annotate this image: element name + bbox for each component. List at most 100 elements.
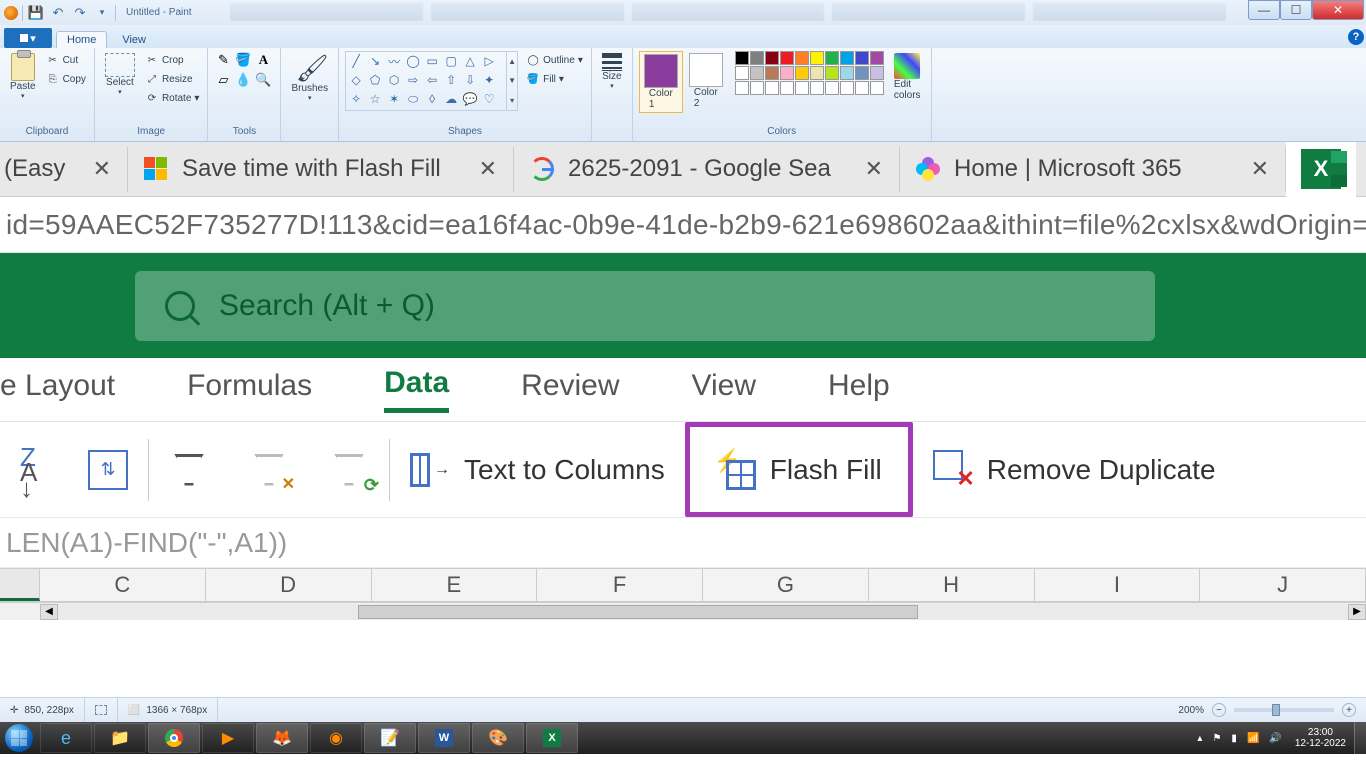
- tray-network-icon[interactable]: 📶: [1242, 733, 1264, 744]
- color-swatch[interactable]: [855, 81, 869, 95]
- shapes-scrolldown-icon[interactable]: ▼: [507, 71, 517, 90]
- clear-filter-button[interactable]: [229, 422, 309, 517]
- taskbar-wmp[interactable]: ◉: [310, 723, 362, 753]
- clock[interactable]: 23:00 12-12-2022: [1287, 727, 1354, 749]
- help-icon[interactable]: ?: [1348, 29, 1364, 45]
- color-swatch[interactable]: [780, 51, 794, 65]
- color-swatch[interactable]: [810, 66, 824, 80]
- rotate-button[interactable]: ⟳Rotate ▾: [143, 89, 202, 107]
- color-swatch[interactable]: [825, 66, 839, 80]
- filter-button[interactable]: [149, 422, 229, 517]
- color-swatch[interactable]: [855, 51, 869, 65]
- color-swatch[interactable]: [855, 66, 869, 80]
- formula-bar[interactable]: LEN(A1)-FIND("-",A1)): [0, 518, 1366, 568]
- color1-button[interactable]: Color 1: [639, 51, 683, 113]
- select-button[interactable]: Select▾: [101, 51, 139, 98]
- colhead-j[interactable]: J: [1200, 569, 1366, 601]
- tray-flag-icon[interactable]: ⚑: [1207, 733, 1226, 744]
- picker-tool-icon[interactable]: 💧: [234, 71, 252, 89]
- color-swatch[interactable]: [735, 81, 749, 95]
- color-swatch[interactable]: [765, 66, 779, 80]
- browser-tab-3[interactable]: 2625-2091 - Google Sea ✕: [514, 147, 900, 192]
- color-swatch[interactable]: [750, 51, 764, 65]
- size-button[interactable]: Size▾: [598, 51, 626, 92]
- color-swatch[interactable]: [795, 66, 809, 80]
- address-bar[interactable]: id=59AAEC52F735277D!113&cid=ea16f4ac-0b9…: [0, 197, 1366, 253]
- reapply-sort-button[interactable]: ⇅: [68, 422, 148, 517]
- color-swatch[interactable]: [795, 51, 809, 65]
- show-desktop-button[interactable]: [1354, 722, 1366, 754]
- shapes-gallery[interactable]: ╱↘〰◯▭▢△▷ ◇⬠⬡⇨⇦⇧⇩✦ ✧☆✶⬭◊☁💬♡: [346, 52, 506, 110]
- colhead-f[interactable]: F: [537, 569, 703, 601]
- fill-tool-icon[interactable]: 🪣: [234, 51, 252, 69]
- taskbar-chrome[interactable]: [148, 723, 200, 753]
- magnifier-tool-icon[interactable]: 🔍: [254, 71, 272, 89]
- maximize-button[interactable]: ☐: [1280, 0, 1312, 20]
- taskbar-sticky[interactable]: 📝: [364, 723, 416, 753]
- color-swatch[interactable]: [870, 51, 884, 65]
- zoom-out-button[interactable]: −: [1212, 703, 1226, 717]
- color-swatch[interactable]: [735, 51, 749, 65]
- color-swatch[interactable]: [840, 66, 854, 80]
- etab-review[interactable]: Review: [521, 369, 619, 411]
- etab-view[interactable]: View: [692, 369, 756, 411]
- color-swatch[interactable]: [735, 66, 749, 80]
- eraser-tool-icon[interactable]: ▱: [214, 71, 232, 89]
- minimize-button[interactable]: —: [1248, 0, 1280, 20]
- close-tab-icon[interactable]: ✕: [479, 156, 497, 182]
- color-swatch[interactable]: [870, 81, 884, 95]
- taskbar-word[interactable]: W: [418, 723, 470, 753]
- taskbar-media[interactable]: ▶: [202, 723, 254, 753]
- qat-customize-icon[interactable]: ▾: [93, 4, 111, 22]
- taskbar-ie[interactable]: e: [40, 723, 92, 753]
- color-swatch[interactable]: [750, 66, 764, 80]
- color-swatch[interactable]: [765, 81, 779, 95]
- outline-button[interactable]: ◯Outline ▾: [524, 51, 585, 69]
- color-swatch[interactable]: [780, 66, 794, 80]
- color-swatch[interactable]: [810, 81, 824, 95]
- close-tab-icon[interactable]: ✕: [93, 156, 111, 182]
- color-swatch[interactable]: [750, 81, 764, 95]
- qat-undo-icon[interactable]: ↶: [49, 4, 67, 22]
- color-swatch[interactable]: [765, 51, 779, 65]
- text-to-columns-button[interactable]: → Text to Columns: [390, 422, 685, 517]
- horizontal-scrollbar[interactable]: ◀ ▶: [0, 602, 1366, 620]
- etab-data[interactable]: Data: [384, 366, 449, 413]
- colhead-e[interactable]: E: [372, 569, 538, 601]
- color-swatch[interactable]: [870, 66, 884, 80]
- colhead-i[interactable]: I: [1035, 569, 1201, 601]
- copy-button[interactable]: ⎘Copy: [44, 70, 88, 88]
- zoom-slider[interactable]: [1234, 708, 1334, 712]
- taskbar-paint[interactable]: 🎨: [472, 723, 524, 753]
- fill-button[interactable]: 🪣Fill ▾: [524, 70, 585, 88]
- etab-formulas[interactable]: Formulas: [187, 369, 312, 411]
- sort-az-button[interactable]: ZA↓: [0, 422, 68, 517]
- crop-button[interactable]: ✂Crop: [143, 51, 202, 69]
- zoom-in-button[interactable]: +: [1342, 703, 1356, 717]
- tab-home[interactable]: Home: [56, 31, 107, 48]
- tray-expand-icon[interactable]: ▴: [1192, 733, 1207, 744]
- tray-battery-icon[interactable]: ▮: [1226, 733, 1242, 744]
- remove-duplicates-button[interactable]: ✕ Remove Duplicate: [913, 422, 1236, 517]
- flash-fill-button[interactable]: ⚡ Flash Fill: [685, 422, 913, 517]
- rowheader-corner[interactable]: [0, 569, 40, 601]
- colhead-c[interactable]: C: [40, 569, 206, 601]
- color-swatch[interactable]: [840, 81, 854, 95]
- browser-tab-4[interactable]: Home | Microsoft 365 ✕: [900, 147, 1286, 192]
- color-swatch[interactable]: [795, 81, 809, 95]
- resize-button[interactable]: ⤢Resize: [143, 70, 202, 88]
- close-button[interactable]: ✕: [1312, 0, 1364, 20]
- taskbar-excel[interactable]: X: [526, 723, 578, 753]
- browser-tab-1[interactable]: (Easy ✕: [0, 147, 128, 192]
- cut-button[interactable]: ✂Cut: [44, 51, 88, 69]
- etab-help[interactable]: Help: [828, 369, 890, 411]
- taskbar-explorer[interactable]: 📁: [94, 723, 146, 753]
- tab-view[interactable]: View: [111, 31, 157, 48]
- paint-canvas[interactable]: (Easy ✕ Save time with Flash Fill ✕ 2625…: [0, 142, 1366, 697]
- search-box[interactable]: Search (Alt + Q): [135, 271, 1155, 341]
- text-tool-icon[interactable]: A: [254, 51, 272, 69]
- close-tab-icon[interactable]: ✕: [865, 156, 883, 182]
- etab-layout[interactable]: e Layout: [0, 369, 115, 411]
- colhead-h[interactable]: H: [869, 569, 1035, 601]
- taskbar-firefox[interactable]: 🦊: [256, 723, 308, 753]
